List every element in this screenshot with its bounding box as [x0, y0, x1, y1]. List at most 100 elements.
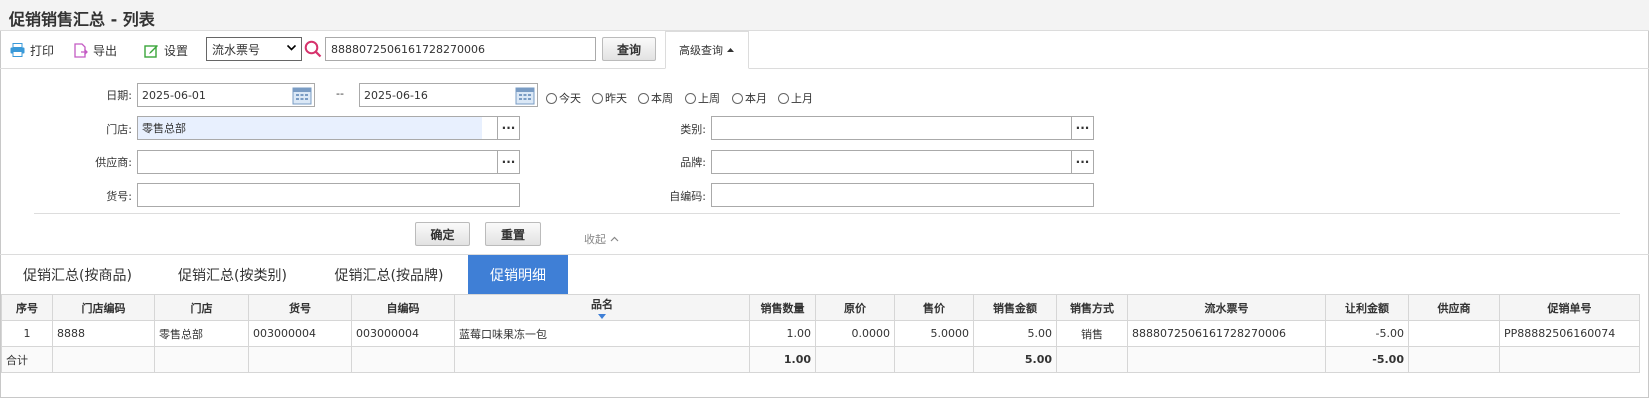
tab-by-brand[interactable]: 促销汇总(按品牌)	[310, 255, 468, 294]
brand-picker-button[interactable]: ···	[1071, 151, 1093, 173]
calendar-icon[interactable]	[292, 86, 312, 105]
column-header[interactable]: 售价	[894, 294, 974, 321]
calendar-icon[interactable]	[515, 86, 535, 105]
supplier-input[interactable]: ···	[137, 150, 520, 174]
radio-last-month[interactable]: 上月	[778, 90, 813, 106]
radio-yesterday[interactable]: 昨天	[592, 90, 627, 106]
date-from-input[interactable]: 2025-06-01	[137, 83, 315, 107]
date-to-input[interactable]: 2025-06-16	[359, 83, 538, 107]
column-header[interactable]: 序号	[1, 294, 53, 321]
brand-label: 品牌:	[680, 156, 706, 169]
cell-promo-no: PP88882506160074	[1499, 320, 1640, 347]
query-button[interactable]: 查询	[602, 37, 656, 61]
custom-code-input[interactable]	[711, 183, 1094, 207]
total-qty: 1.00	[749, 346, 816, 373]
cell-original-price: 0.0000	[815, 320, 895, 347]
cell-ticket-no: 8888072506161728270006	[1127, 320, 1326, 347]
search-input[interactable]: 8888072506161728270006	[325, 37, 596, 61]
column-header[interactable]: 销售金额	[973, 294, 1057, 321]
date-from-value: 2025-06-01	[142, 88, 206, 102]
empty-cell	[248, 346, 352, 373]
empty-cell	[815, 346, 895, 373]
table-row[interactable]: 1 8888 零售总部 003000004 003000004 蓝莓口味果冻一包…	[1, 320, 1640, 347]
empty-cell	[154, 346, 249, 373]
column-header[interactable]: 销售数量	[749, 294, 816, 321]
radio-label: 本月	[745, 92, 767, 105]
category-picker-button[interactable]: ···	[1071, 117, 1093, 139]
column-header[interactable]: 促销单号	[1499, 294, 1640, 321]
supplier-label: 供应商:	[95, 156, 132, 169]
radio-circle	[638, 92, 649, 104]
empty-cell	[454, 346, 750, 373]
brand-input[interactable]: ···	[711, 150, 1094, 174]
tab-by-product[interactable]: 促销汇总(按商品)	[0, 255, 155, 294]
search-icon[interactable]	[304, 40, 322, 58]
cell-amount: 5.00	[973, 320, 1057, 347]
cell-custom-code: 003000004	[351, 320, 455, 347]
tab-by-category[interactable]: 促销汇总(按类别)	[155, 255, 310, 294]
settings-label: 设置	[164, 43, 189, 58]
table-header-row: 序号 门店编码 门店 货号 自编码 品名 销售数量 原价 售价 销售金额 销售方…	[1, 294, 1640, 321]
sort-desc-icon	[598, 314, 606, 319]
column-header[interactable]: 门店	[154, 294, 249, 321]
date-label: 日期:	[106, 89, 132, 102]
custom-code-label: 自编码:	[669, 190, 706, 203]
cell-sale-method: 销售	[1056, 320, 1128, 347]
print-button[interactable]: 打印	[10, 40, 54, 60]
reset-button[interactable]: 重置	[485, 222, 541, 246]
print-label: 打印	[30, 43, 55, 58]
advanced-query-label: 高级查询	[679, 44, 723, 57]
column-header[interactable]: 让利金额	[1325, 294, 1409, 321]
empty-cell	[52, 346, 155, 373]
item-no-input[interactable]	[137, 183, 520, 207]
radio-today[interactable]: 今天	[546, 90, 581, 106]
export-button[interactable]: 导出	[73, 40, 117, 60]
settings-button[interactable]: 设置	[144, 40, 188, 60]
advanced-query-tab[interactable]: 高级查询	[665, 31, 749, 69]
cell-item-no: 003000004	[248, 320, 352, 347]
data-table: 序号 门店编码 门店 货号 自编码 品名 销售数量 原价 售价 销售金额 销售方…	[1, 294, 1640, 373]
column-header[interactable]: 原价	[815, 294, 895, 321]
store-input[interactable]: 零售总部 ···	[137, 116, 520, 140]
radio-label: 今天	[559, 92, 581, 105]
collapse-label: 收起	[584, 233, 606, 246]
divider	[34, 213, 1620, 214]
cell-store-code: 8888	[52, 320, 155, 347]
total-discount: -5.00	[1325, 346, 1409, 373]
page-title: 促销销售汇总 - 列表	[9, 10, 155, 29]
radio-circle	[685, 92, 696, 104]
column-header[interactable]: 门店编码	[52, 294, 155, 321]
radio-last-week[interactable]: 上周	[685, 90, 720, 106]
tab-detail[interactable]: 促销明细	[468, 255, 568, 294]
printer-icon	[10, 43, 25, 57]
search-type-select[interactable]: 流水票号	[206, 37, 302, 61]
column-header[interactable]: 自编码	[351, 294, 455, 321]
radio-circle	[592, 92, 603, 104]
column-header[interactable]: 流水票号	[1127, 294, 1326, 321]
tab-bar: 促销汇总(按商品) 促销汇总(按类别) 促销汇总(按品牌) 促销明细	[0, 254, 1649, 294]
export-icon	[74, 42, 88, 58]
radio-this-week[interactable]: 本周	[638, 90, 673, 106]
date-separator: --	[336, 87, 344, 100]
radio-this-month[interactable]: 本月	[732, 90, 767, 106]
column-header[interactable]: 货号	[248, 294, 352, 321]
store-picker-button[interactable]: ···	[497, 117, 519, 139]
radio-circle	[778, 92, 789, 104]
supplier-picker-button[interactable]: ···	[497, 151, 519, 173]
confirm-button[interactable]: 确定	[415, 222, 470, 246]
empty-cell	[351, 346, 455, 373]
store-value: 零售总部	[142, 122, 186, 135]
cell-sale-price: 5.0000	[894, 320, 974, 347]
export-label: 导出	[93, 43, 118, 58]
collapse-link[interactable]: 收起	[584, 231, 619, 247]
column-header-sorted[interactable]: 品名	[454, 294, 750, 321]
category-input[interactable]: ···	[711, 116, 1094, 140]
column-header[interactable]: 供应商	[1408, 294, 1500, 321]
total-row: 合计 1.00 5.00 -5.00	[1, 346, 1640, 373]
cell-store: 零售总部	[154, 320, 249, 347]
cell-supplier	[1408, 320, 1500, 347]
date-to-value: 2025-06-16	[364, 88, 428, 102]
radio-label: 本周	[651, 92, 673, 105]
column-header[interactable]: 销售方式	[1056, 294, 1128, 321]
chevron-up-icon	[610, 236, 619, 242]
